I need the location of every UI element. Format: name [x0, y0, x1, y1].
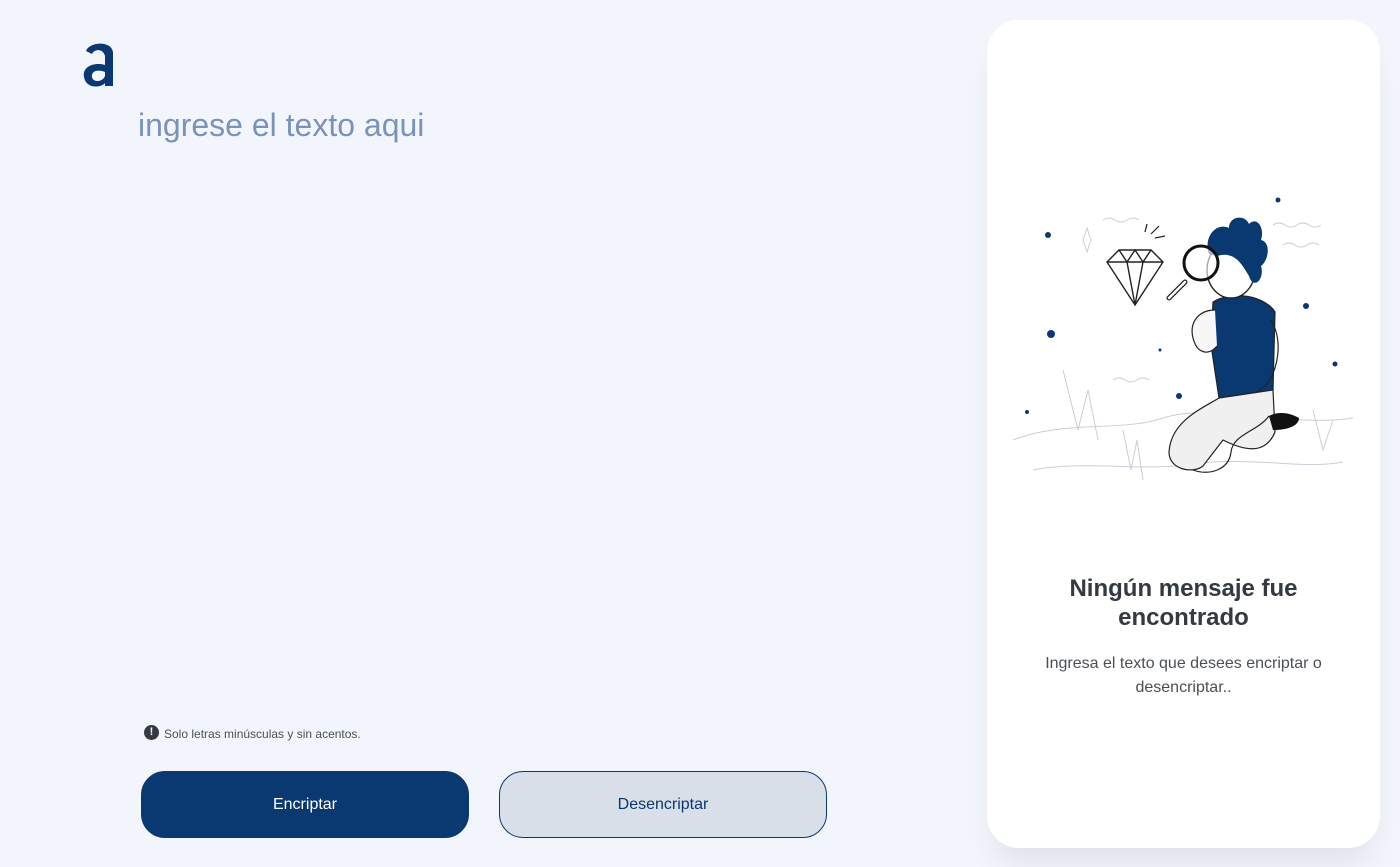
text-input[interactable]	[138, 105, 898, 695]
person-with-magnifying-glass-illustration	[1012, 197, 1354, 481]
page: ! Solo letras minúsculas y sin acentos. …	[0, 0, 1400, 867]
decrypt-button[interactable]: Desencriptar	[499, 771, 827, 838]
exclamation-circle-icon: !	[144, 725, 159, 740]
output-panel: Ningún mensaje fue encontrado Ingresa el…	[987, 20, 1380, 848]
input-hint: ! Solo letras minúsculas y sin acentos.	[144, 724, 361, 741]
empty-state-description: Ingresa el texto que desees encriptar o …	[1045, 655, 1322, 696]
empty-state-title: Ningún mensaje fue encontrado	[1069, 575, 1298, 631]
alura-logo	[83, 43, 113, 87]
encrypt-button[interactable]: Encriptar	[141, 771, 469, 838]
hint-text: Solo letras minúsculas y sin acentos.	[164, 727, 361, 741]
